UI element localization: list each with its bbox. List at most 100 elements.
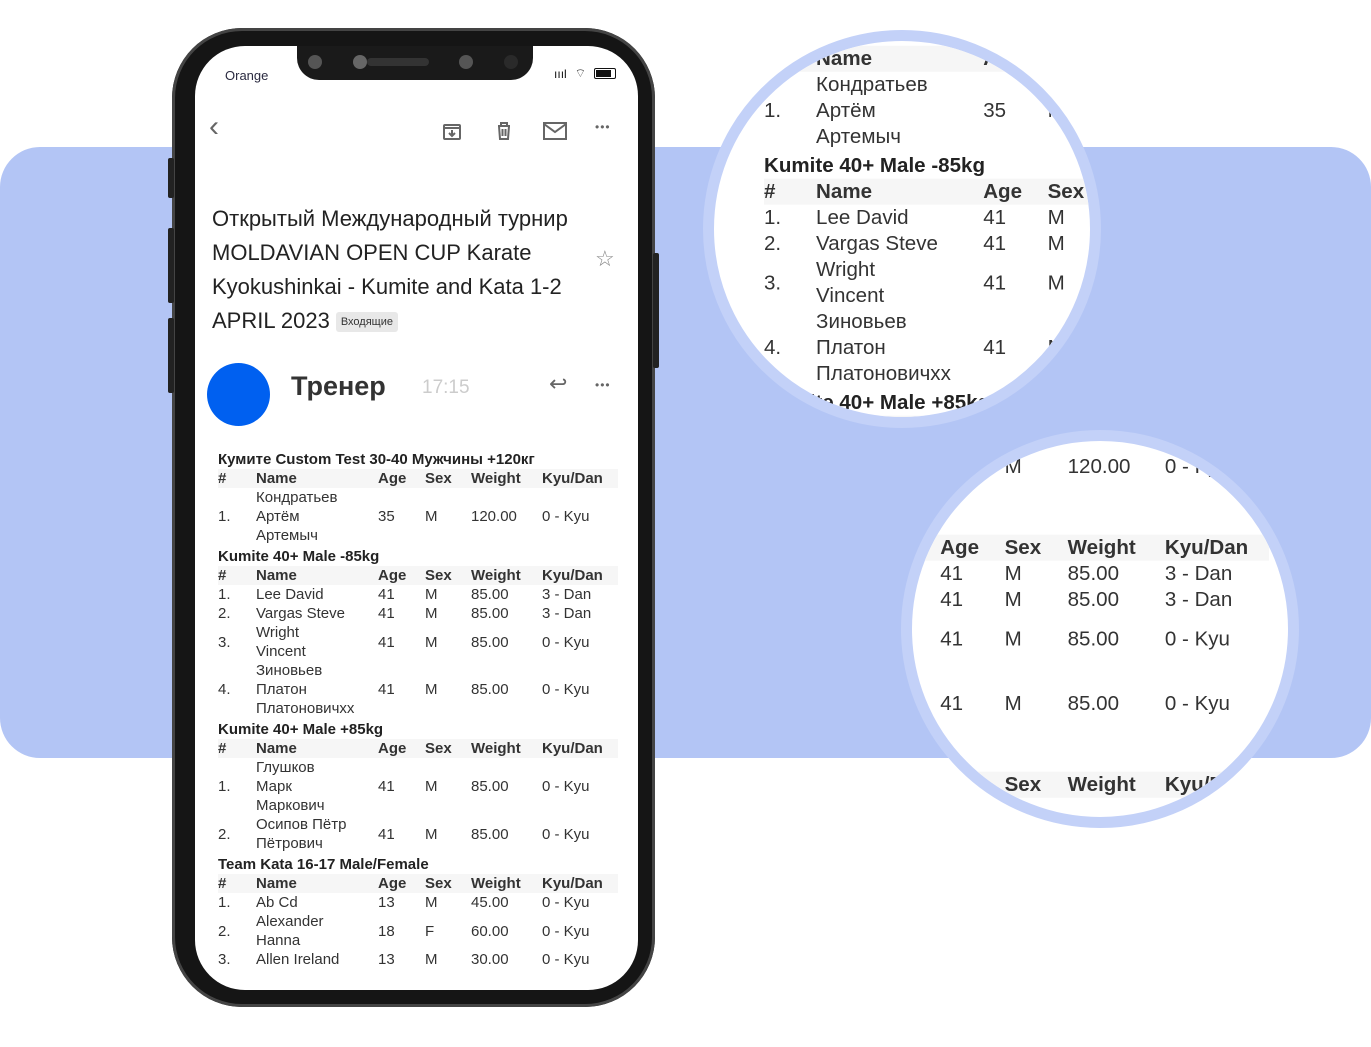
col-sex-header: Sex [1047,47,1085,71]
category-title: Team Kata 16-17 Male/Female [218,856,429,873]
col-kyu-dan-header: Kyu/Dan [1164,536,1249,560]
category-title: Кумите Custom Test 30-40 Мужчины +120кг [764,30,1098,45]
category-section: Кумите Custom Test 30-40 Мужчины +120кг#… [912,441,1269,506]
col-number-cell: 1. [218,586,231,603]
col-sex-header: Sex [1004,773,1042,797]
col-name-cell: Глушков Марк Маркович [256,758,378,815]
reply-icon[interactable]: ↩ [549,371,567,397]
category-section: Кумите Custom Test 30-40 Мужчины +120кг#… [764,30,1098,150]
category-section: Kumite 40+ Male +85kg#NameAgeSexWeightKy… [912,746,1269,828]
table-row: 2.Vargas Steve41M85.003 - Dan [912,587,1269,613]
col-weight-header: Weight [471,567,521,584]
col-weight-cell: 85.00 [471,605,509,622]
col-age-cell: 41 [983,271,1007,295]
col-name-header: Name [256,740,297,757]
more-options-button[interactable]: ••• [595,120,611,134]
table-row: 1.Lee David41M85.003 - Dan [912,561,1269,587]
col-age-cell: 35 [940,455,964,479]
magnified-tables: Кумите Custom Test 30-40 Мужчины +120кг#… [906,441,1269,828]
name-line: Wright [912,613,940,639]
col-name-cell: Осипов Пётр Пётрович [256,815,378,853]
col-age-cell: 41 [983,232,1007,256]
back-button[interactable]: ‹ [209,110,219,144]
table-header: #NameAgeSexWeightKyu/Dan [218,469,618,488]
col-number-cell: 3. [218,633,231,651]
col-age-header: Age [378,740,407,757]
table-row: 4.ЗиновьевПлатонПлатоновичхх41M85.000 - … [912,665,1269,743]
category-title: Kumite 40+ Male +85kg [764,391,991,415]
category-title: Kumite 40+ Male -85kg [906,510,943,534]
inbox-label-badge[interactable]: Входящие [335,312,398,333]
table-header: #NameAgeSexWeightKyu/Dan [218,874,618,893]
table-row: 1. Кондратьев Артём Артемыч 35 M 120.00 0 - Kyu [218,488,618,545]
name-line: Vargas Steve [816,232,938,256]
table-row: 1. Ab Cd 13 M 45.00 0 - Kyu [218,893,618,912]
star-icon[interactable]: ☆ [595,246,615,272]
table-header: #NameAgeSexWeightKyu/Dan [764,178,1090,205]
col-weight-cell: 85.00 [471,633,509,651]
col-number-cell: 4. [218,681,231,698]
name-line: Vincent [912,639,940,665]
col-kyu-dan-cell: 3 - Dan [542,586,592,603]
category-title: Kumite 40+ Male -85kg [764,154,986,178]
col-sex-cell: M [1004,588,1022,612]
col-sex-cell: M [425,586,438,603]
sender-name: Тренер [291,371,386,401]
col-weight-cell: 85.00 [1068,824,1165,828]
table-row: 4.ЗиновьевПлатонПлатоновичхх41M85.000 - … [764,309,1090,387]
magnifier-circle-1: Кумите Custom Test 30-40 Мужчины +120кг #… [703,30,1101,428]
col-kyu-dan-cell: 0 - Kyu [542,951,590,968]
col-kyu-dan-header: Kyu/Dan [542,470,603,487]
col-name-header: Name [816,180,873,204]
status-icons: ıııl ⌔ [554,66,616,81]
col-age-cell: 41 [378,605,395,622]
category-section: Kumite 40+ Male +85kg#NameAgeSexWeightKy… [218,720,618,853]
col-weight-cell: 85.00 [1067,562,1120,586]
col-age-cell: 41 [940,627,964,651]
col-weight-cell: 85.00 [471,586,509,603]
col-name-cell: ЗиновьевПлатонПлатоновичхх [816,309,983,387]
signal-icon: ıııl [554,66,567,81]
table-row: 3. Allen Ireland 13 M 30.00 0 - Kyu [218,950,618,969]
col-sex-header: Sex [1047,180,1085,204]
col-sex-cell: M [1005,824,1068,828]
name-line: Кондратьев [816,73,928,97]
category-section: Kumite 40+ Male -85kg#NameAgeSexWeightKy… [906,509,1269,743]
col-kyu-dan-cell: 0 - Kyu [542,894,590,911]
col-sex-cell: M [1004,562,1022,586]
table-header: #NameAgeSexWeightKyu/Dan [912,771,1269,798]
archive-icon[interactable] [442,121,462,141]
col-weight-cell: 45.00 [471,894,509,911]
col-kyu-dan-cell: 0 - Kyu [542,508,590,525]
col-age-header: Age [983,180,1023,204]
name-line: Ab Cd [256,894,298,911]
table-row: 2. Alexander Hanna 18 F 60.00 0 - Kyu [218,912,618,950]
front-camera-icon [504,55,518,69]
col-weight-header: Weight [471,470,521,487]
table-row: 3. Wright Vincent 41 M 85.00 0 - Kyu [218,623,618,661]
col-weight-cell: 85.00 [1067,692,1120,716]
col-weight-cell: 120.00 [471,508,517,525]
col-number-cell: 1. [218,894,231,911]
col-age-header: Age [940,773,980,797]
col-sex-cell: M [1004,455,1022,479]
col-weight-cell: 85.00 [471,825,509,843]
volume-down-button [168,318,174,393]
col-number-cell: 4. [764,336,782,360]
name-line: Lee David [816,206,909,230]
trash-icon[interactable] [494,121,514,141]
email-subject: Открытый Международный турнир MOLDAVIAN … [212,202,582,338]
message-more-button[interactable]: ••• [595,378,611,392]
col-weight-header: Weight [1067,536,1136,560]
col-name-header: Name [256,567,297,584]
col-kyu-dan-cell: 0 - Kyu [1164,692,1230,716]
mute-switch [168,158,174,198]
mail-icon[interactable] [543,122,567,140]
category-section: Кумите Custom Test 30-40 Мужчины +120кг#… [218,450,618,545]
col-weight-cell: 85.00 [471,778,509,795]
table-row: 2.Vargas Steve41M85.003 - Dan [218,604,618,623]
col-sex-header: Sex [425,740,452,757]
name-line: Vargas Steve [256,605,345,622]
col-number-cell: 2. [764,232,782,256]
col-sex-header: Sex [425,567,452,584]
